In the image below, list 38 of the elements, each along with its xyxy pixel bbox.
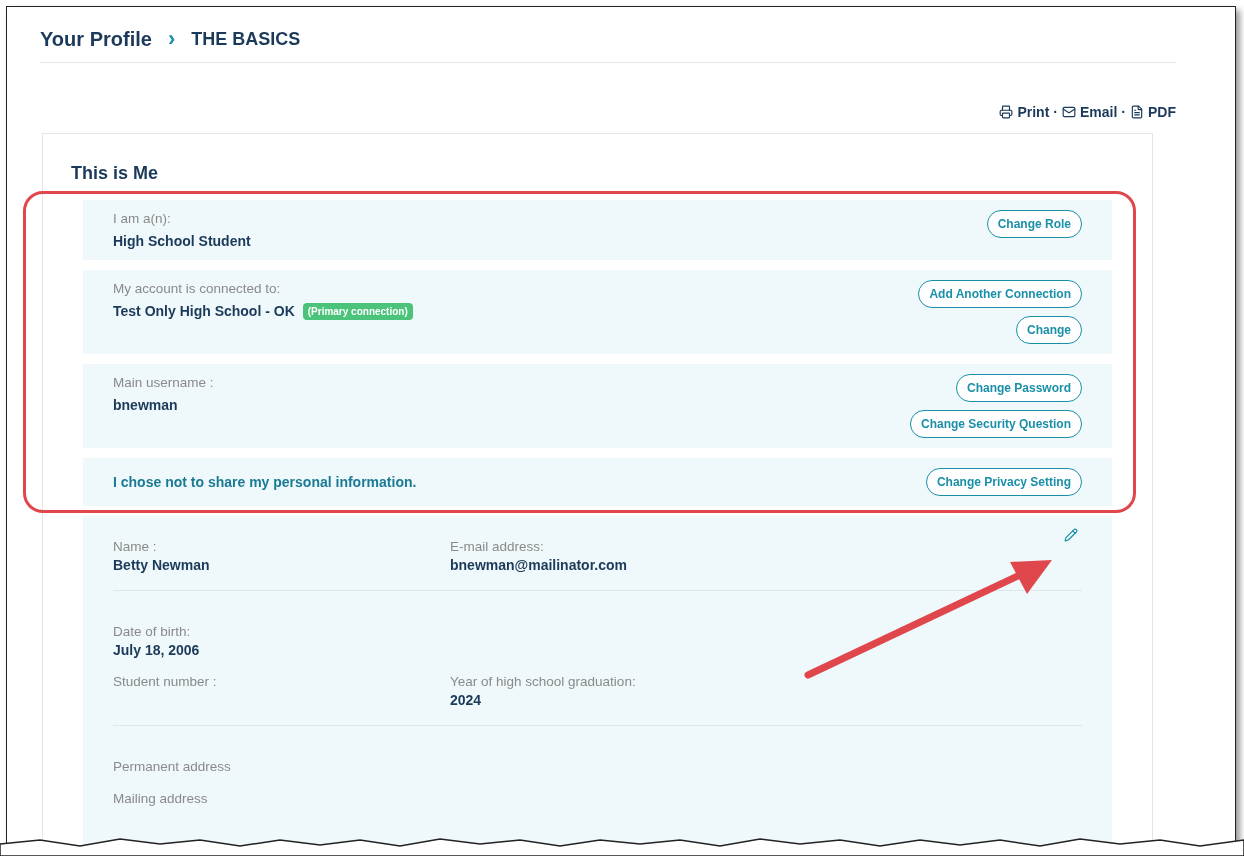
- field-label: Date of birth:: [113, 623, 192, 641]
- field-label: E-mail address:: [450, 538, 545, 556]
- field-value: Betty Newman: [113, 556, 211, 574]
- field-value: July 18, 2006: [113, 641, 201, 659]
- field-value: 2024: [450, 691, 483, 709]
- field-value: bnewman@mailinator.com: [450, 556, 629, 574]
- field-label: Name :: [113, 538, 158, 556]
- envelope-icon: [1061, 105, 1076, 119]
- field-value: High School Student: [113, 232, 251, 250]
- field-label: Year of high school graduation:: [450, 673, 637, 691]
- card-title: This is Me: [71, 162, 160, 184]
- pencil-icon[interactable]: [1064, 528, 1078, 542]
- status-badge: (Primary connection): [302, 302, 413, 320]
- share-link[interactable]: Email: [1061, 103, 1118, 121]
- link-separator: ·: [1053, 103, 1058, 121]
- field-label: Mailing address: [113, 790, 209, 808]
- breadcrumb-link[interactable]: Your Profile: [40, 24, 152, 54]
- field-value: Test Only High School - OK: [113, 302, 295, 320]
- field-label: I am a(n):: [113, 210, 172, 228]
- document-icon: [1130, 105, 1144, 119]
- field-value: bnewman: [113, 396, 178, 414]
- privacy-note: I chose not to share my personal information.: [113, 472, 417, 492]
- share-link[interactable]: PDF: [1130, 103, 1176, 121]
- printer-icon: [999, 105, 1014, 119]
- breadcrumb-separator: ›: [167, 28, 176, 50]
- breadcrumb-current: THE BASICS: [191, 27, 301, 51]
- field-label: Permanent address: [113, 758, 232, 776]
- field-label: Main username :: [113, 374, 214, 392]
- outline-button[interactable]: Change: [1016, 316, 1082, 344]
- outline-button[interactable]: Change Privacy Setting: [925, 468, 1082, 496]
- outline-button[interactable]: Add Another Connection: [918, 280, 1082, 308]
- field-label: My account is connected to:: [113, 280, 282, 298]
- link-separator: ·: [1121, 103, 1126, 121]
- share-link[interactable]: Print: [999, 103, 1050, 121]
- outline-button[interactable]: Change Role: [986, 210, 1082, 238]
- outline-button[interactable]: Change Password: [955, 374, 1082, 402]
- outline-button[interactable]: Change Security Question: [909, 410, 1082, 438]
- field-label: Student number :: [113, 673, 218, 691]
